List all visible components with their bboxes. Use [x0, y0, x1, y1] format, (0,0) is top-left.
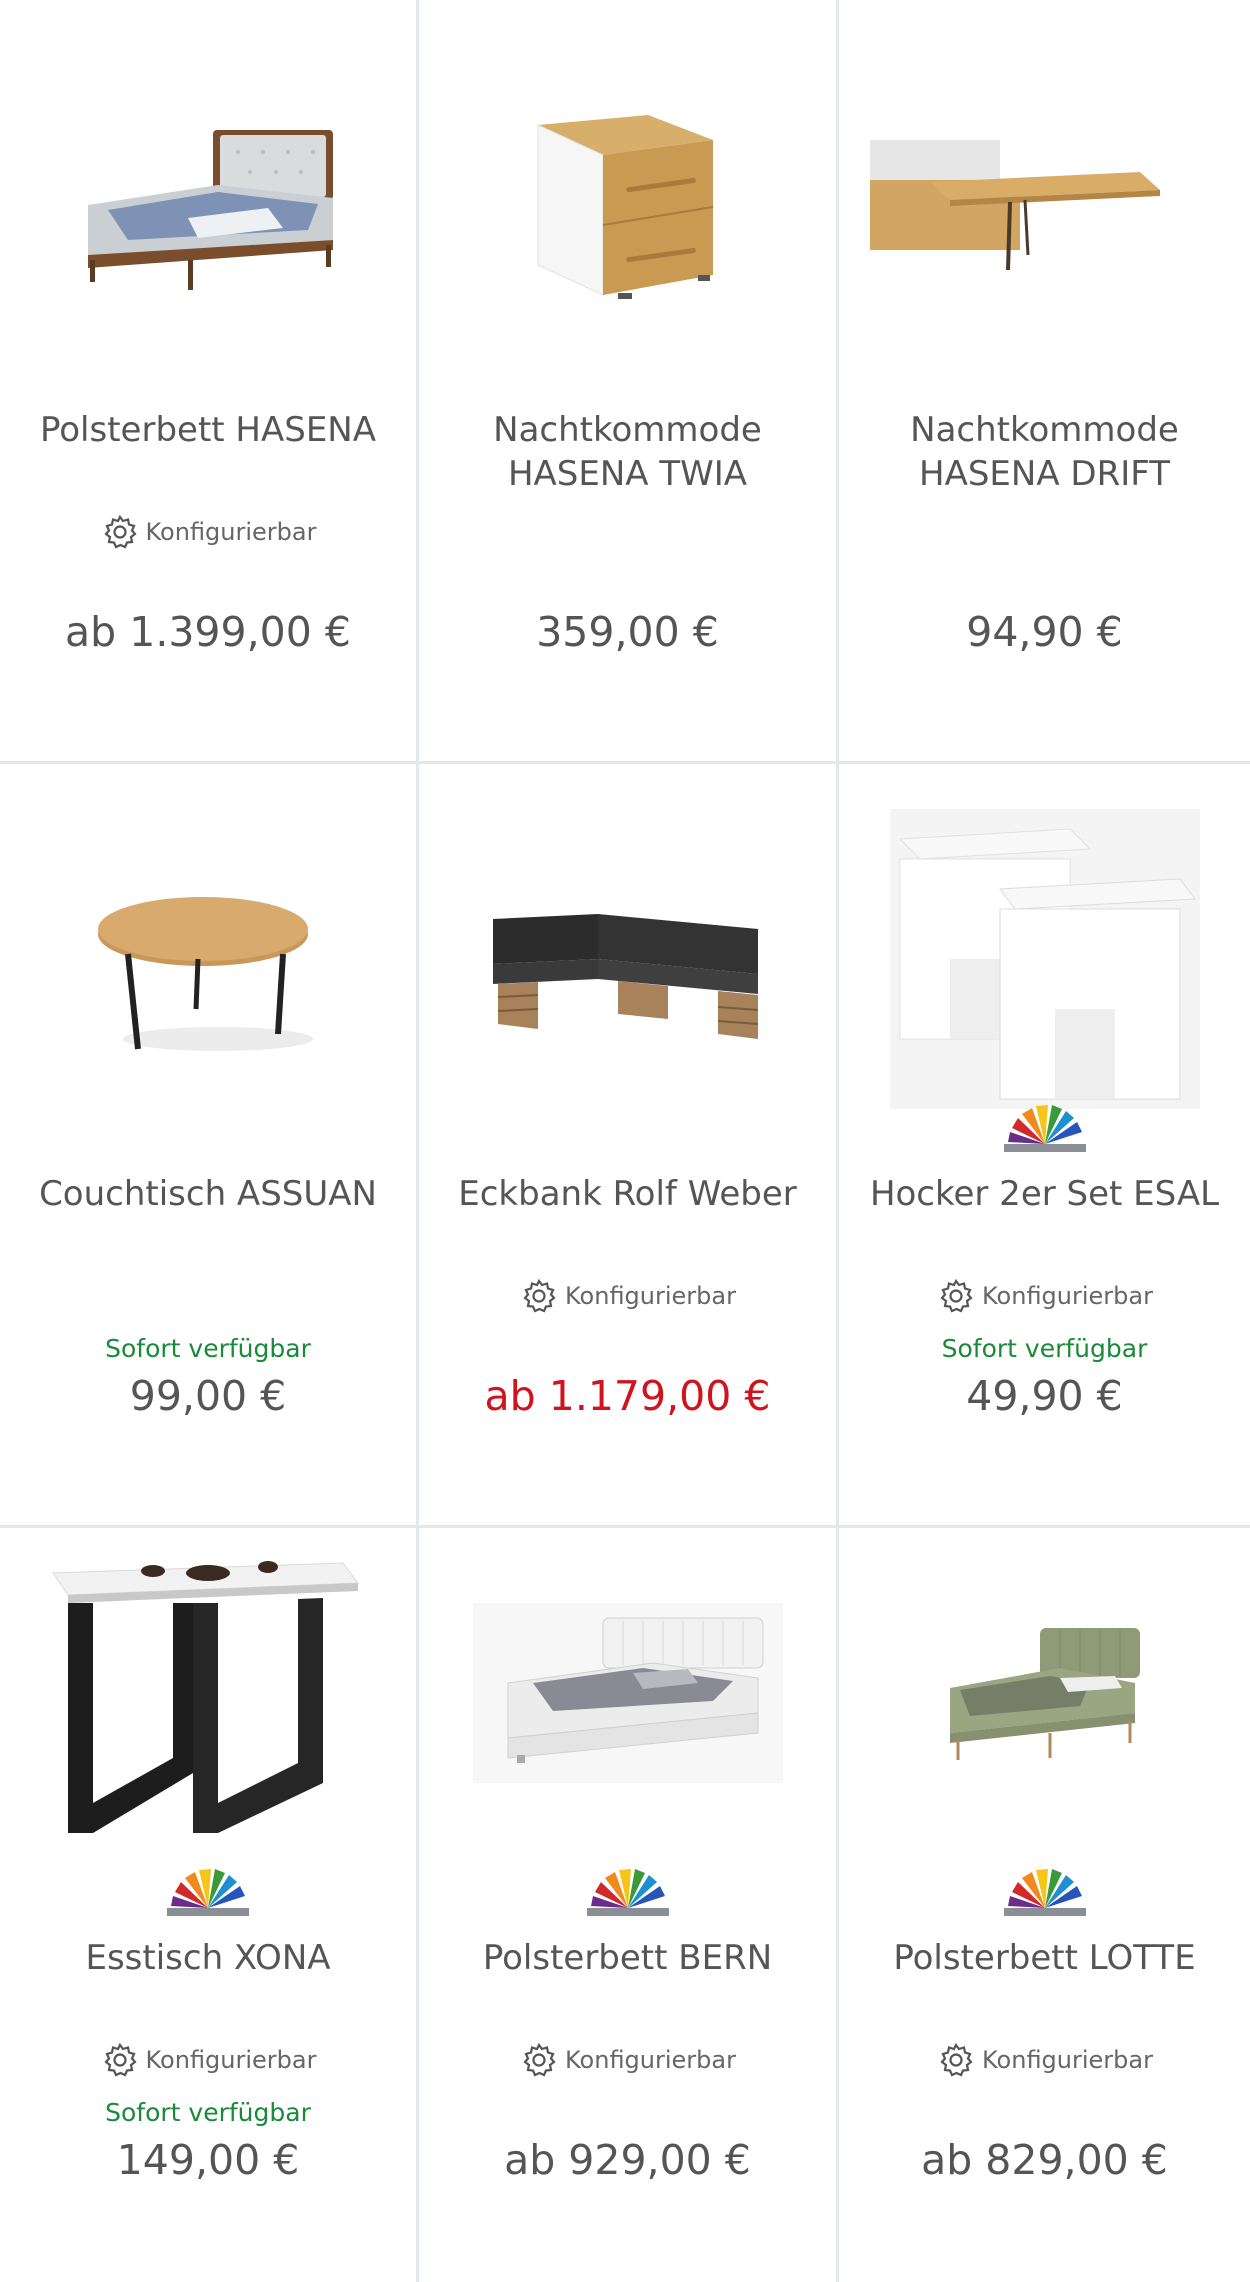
product-title[interactable]: Hocker 2er Set ESAL: [849, 1172, 1240, 1216]
product-price: 359,00 €: [536, 608, 719, 656]
product-image[interactable]: [839, 1528, 1250, 1858]
product-title[interactable]: Polsterbett BERN: [429, 1936, 826, 1980]
product-card[interactable]: Polsterbett HASENA Konfigurierbar ab 1.3…: [0, 0, 419, 764]
color-variants-badge: [839, 1868, 1250, 1918]
product-image[interactable]: [419, 0, 836, 400]
product-image[interactable]: [0, 764, 416, 1164]
product-card[interactable]: Eckbank Rolf Weber Konfigurierbar ab 1.1…: [419, 764, 839, 1528]
gear-icon: [940, 2042, 973, 2077]
color-variants-badge: [419, 1868, 836, 1918]
product-price: 149,00 €: [116, 2136, 300, 2184]
product-image[interactable]: [419, 764, 836, 1164]
product-image[interactable]: [839, 0, 1250, 400]
configurable-label: Konfigurierbar: [419, 2040, 836, 2080]
product-card[interactable]: Nachtkommode HASENA TWIA 359,00 €: [419, 0, 839, 764]
product-title[interactable]: Couchtisch ASSUAN: [10, 1172, 406, 1216]
gear-icon: [940, 1278, 973, 1313]
configurable-label: Konfigurierbar: [839, 2040, 1250, 2080]
availability-status: Sofort verfügbar: [105, 2098, 311, 2127]
configurable-label: Konfigurierbar: [419, 1276, 836, 1316]
product-price: 94,90 €: [966, 608, 1123, 656]
gear-icon: [523, 2042, 556, 2077]
availability-status: Sofort verfügbar: [105, 1334, 311, 1363]
product-price: 99,00 €: [129, 1372, 287, 1420]
gear-icon: [523, 1278, 556, 1313]
product-card[interactable]: Hocker 2er Set ESAL Konfigurierbar Sofor…: [839, 764, 1250, 1528]
product-image[interactable]: [419, 1528, 836, 1858]
product-image[interactable]: [0, 0, 416, 400]
gear-icon: [103, 2042, 137, 2077]
product-price: ab 829,00 €: [921, 2136, 1168, 2184]
product-title[interactable]: Polsterbett LOTTE: [849, 1936, 1240, 1980]
configurable-label: Konfigurierbar: [0, 512, 416, 552]
configurable-label: Konfigurierbar: [0, 2040, 416, 2080]
product-card[interactable]: Nachtkommode HASENA DRIFT 94,90 €: [839, 0, 1250, 764]
configurable-label: Konfigurierbar: [839, 1276, 1250, 1316]
product-price: ab 1.179,00 €: [484, 1372, 771, 1420]
gear-icon: [103, 514, 137, 549]
product-image[interactable]: [839, 794, 1250, 1124]
product-grid: Polsterbett HASENA Konfigurierbar ab 1.3…: [0, 0, 1250, 2282]
product-card[interactable]: Polsterbett BERN Konfigurierbar ab 929,0…: [419, 1528, 839, 2282]
product-price: ab 929,00 €: [504, 2136, 751, 2184]
product-title[interactable]: Esstisch XONA: [10, 1936, 406, 1980]
product-card[interactable]: Esstisch XONA Konfigurierbar Sofort verf…: [0, 1528, 419, 2282]
product-image[interactable]: [0, 1528, 416, 1858]
product-title[interactable]: Eckbank Rolf Weber: [429, 1172, 826, 1216]
product-price: ab 1.399,00 €: [65, 608, 351, 656]
product-title[interactable]: Nachtkommode HASENA DRIFT: [849, 408, 1240, 496]
product-title[interactable]: Polsterbett HASENA: [10, 408, 406, 452]
availability-status: Sofort verfügbar: [941, 1334, 1148, 1363]
product-card[interactable]: Polsterbett LOTTE Konfigurierbar ab 829,…: [839, 1528, 1250, 2282]
product-card[interactable]: Couchtisch ASSUAN Sofort verfügbar 99,00…: [0, 764, 419, 1528]
product-title[interactable]: Nachtkommode HASENA TWIA: [429, 408, 826, 496]
product-price: 49,90 €: [966, 1372, 1123, 1420]
color-variants-badge: [839, 1104, 1250, 1154]
color-variants-badge: [0, 1868, 416, 1918]
